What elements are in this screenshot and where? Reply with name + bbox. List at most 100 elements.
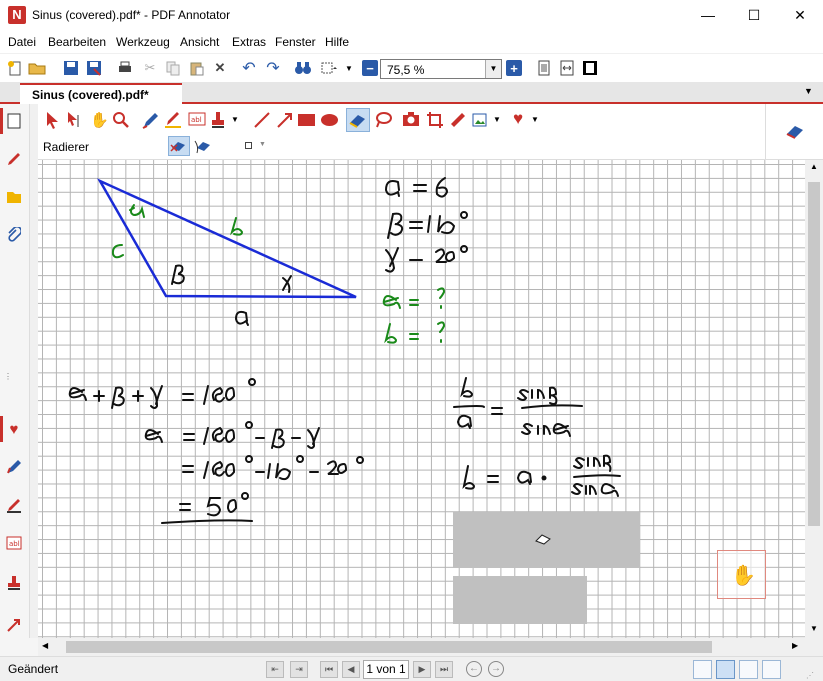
zoom-in-icon[interactable]: +	[506, 60, 522, 76]
next-document-icon[interactable]: ⇥	[290, 661, 308, 678]
horizontal-scrollbar[interactable]: ◀ ▶	[38, 638, 805, 656]
select-menu-icon[interactable]	[320, 59, 338, 77]
zoom-select[interactable]: 75,5 % ▼	[380, 59, 502, 79]
page-number-field[interactable]: 1 von 1	[363, 660, 409, 679]
tab-list-dropdown-icon[interactable]: ▼	[804, 86, 813, 96]
cut-icon[interactable]: ✂	[141, 59, 159, 77]
new-document-icon[interactable]	[6, 59, 24, 77]
folder-icon[interactable]	[5, 188, 23, 206]
stamp-tool-icon[interactable]	[210, 111, 226, 132]
splitter-grip-icon[interactable]: ⋮	[4, 372, 12, 381]
horizontal-scroll-thumb[interactable]	[66, 641, 712, 653]
scroll-left-arrow-icon[interactable]: ◀	[42, 641, 48, 650]
camera-snapshot-icon[interactable]	[402, 111, 420, 130]
line2-degree	[245, 421, 253, 429]
print-icon[interactable]	[116, 59, 134, 77]
continuous-view-icon[interactable]	[716, 660, 735, 679]
zoom-dropdown-arrow-icon[interactable]: ▼	[485, 60, 501, 78]
insert-image-icon[interactable]	[472, 111, 490, 132]
paperclip-icon[interactable]	[5, 226, 23, 244]
pen-icon[interactable]	[5, 458, 23, 476]
fit-page-icon[interactable]	[535, 59, 553, 77]
menu-extras[interactable]: Extras	[232, 35, 266, 49]
scroll-right-arrow-icon[interactable]: ▶	[792, 641, 798, 650]
vertical-scrollbar[interactable]: ▲ ▼	[805, 160, 823, 638]
erase-stroke-icon[interactable]	[194, 137, 214, 158]
menu-ansicht[interactable]: Ansicht	[180, 35, 219, 49]
scroll-up-arrow-icon[interactable]: ▲	[810, 162, 818, 171]
ruler-tool-icon[interactable]	[449, 111, 467, 132]
lasso-tool-icon[interactable]	[374, 111, 392, 132]
menu-fenster[interactable]: Fenster	[275, 35, 316, 49]
given-gamma-degree	[460, 245, 468, 253]
hand-pan-icon[interactable]: ✋	[90, 111, 109, 129]
previous-page-icon[interactable]: ◀	[342, 661, 360, 678]
highlighter-icon[interactable]	[5, 496, 23, 514]
previous-document-icon[interactable]: ⇤	[266, 661, 284, 678]
typewriter-text-icon[interactable]: abl	[188, 111, 206, 130]
tab-sinus-covered[interactable]: Sinus (covered).pdf*	[20, 83, 182, 104]
dropdown-arrow-icon[interactable]: ▼	[340, 59, 358, 77]
cover-box-2[interactable]	[453, 576, 587, 624]
save-icon[interactable]	[62, 59, 80, 77]
favorites-heart-icon[interactable]: ♥	[5, 420, 23, 438]
rectangle-tool-icon[interactable]	[298, 114, 315, 126]
line-tool-icon[interactable]	[253, 111, 271, 132]
select-arrow-icon[interactable]	[45, 111, 61, 132]
next-page-icon[interactable]: ▶	[413, 661, 431, 678]
eraser-size-icon[interactable]	[245, 142, 252, 149]
favorites-heart-tool-icon[interactable]: ♥	[513, 109, 523, 129]
favorites-dropdown-arrow-icon[interactable]: ▼	[531, 115, 539, 124]
history-back-icon[interactable]: ←	[466, 661, 482, 677]
resize-grip-icon[interactable]: ⋰	[806, 671, 814, 680]
scroll-down-arrow-icon[interactable]: ▼	[810, 624, 818, 633]
arrow-line-tool-icon[interactable]	[276, 111, 294, 132]
touch-pan-button[interactable]: ✋	[717, 550, 766, 599]
text-box-icon[interactable]: abl	[5, 534, 23, 552]
save-as-icon[interactable]	[85, 59, 103, 77]
arrow-tool-icon[interactable]	[5, 616, 23, 634]
fullscreen-icon[interactable]	[581, 59, 599, 77]
two-page-view-icon[interactable]	[739, 660, 758, 679]
highlighter-tool-icon[interactable]	[164, 111, 182, 132]
crop-tool-icon[interactable]	[426, 111, 444, 132]
pen-marker-icon[interactable]	[5, 150, 23, 168]
paste-icon[interactable]	[188, 59, 206, 77]
vertical-scroll-thumb[interactable]	[808, 182, 820, 526]
fit-width-icon[interactable]	[558, 59, 576, 77]
single-page-view-icon[interactable]	[693, 660, 712, 679]
copy-icon[interactable]	[164, 59, 182, 77]
find-binoculars-icon[interactable]	[294, 59, 312, 77]
text-select-icon[interactable]	[66, 111, 82, 132]
open-folder-icon[interactable]	[28, 59, 46, 77]
sum-degree	[248, 378, 256, 386]
undo-icon[interactable]: ↶	[240, 59, 258, 77]
erase-objects-button[interactable]	[168, 136, 190, 156]
zoom-out-icon[interactable]: −	[362, 60, 378, 76]
stamp-icon[interactable]	[5, 574, 23, 592]
zoom-tool-icon[interactable]	[112, 111, 130, 132]
maximize-button[interactable]: ☐	[731, 0, 777, 31]
ellipse-tool-icon[interactable]	[321, 114, 338, 126]
two-page-continuous-view-icon[interactable]	[762, 660, 781, 679]
menu-bearbeiten[interactable]: Bearbeiten	[48, 35, 106, 49]
menu-werkzeug[interactable]: Werkzeug	[116, 35, 170, 49]
last-page-icon[interactable]: ⏭	[435, 661, 453, 678]
menu-hilfe[interactable]: Hilfe	[325, 35, 349, 49]
title-bar: N Sinus (covered).pdf* - PDF Annotator —…	[0, 0, 823, 31]
menu-datei[interactable]: Datei	[8, 35, 36, 49]
close-button[interactable]: ✕	[777, 0, 823, 31]
history-forward-icon[interactable]: →	[488, 661, 504, 677]
delete-icon[interactable]: ✕	[211, 59, 229, 77]
given-beta-equals	[409, 221, 423, 229]
stamp-dropdown-arrow-icon[interactable]: ▼	[231, 115, 239, 124]
pen-tool-icon[interactable]	[142, 111, 160, 132]
redo-icon[interactable]: ↷	[264, 59, 282, 77]
eraser-tool-button[interactable]	[346, 108, 370, 132]
page-thumbnail-icon[interactable]	[5, 112, 23, 130]
minimize-button[interactable]: —	[685, 0, 731, 31]
document-canvas[interactable]: ✋	[38, 160, 805, 638]
eraser-size-dropdown-arrow-icon[interactable]: ▼	[259, 141, 266, 148]
first-page-icon[interactable]: ⏮	[320, 661, 338, 678]
image-dropdown-arrow-icon[interactable]: ▼	[493, 115, 501, 124]
